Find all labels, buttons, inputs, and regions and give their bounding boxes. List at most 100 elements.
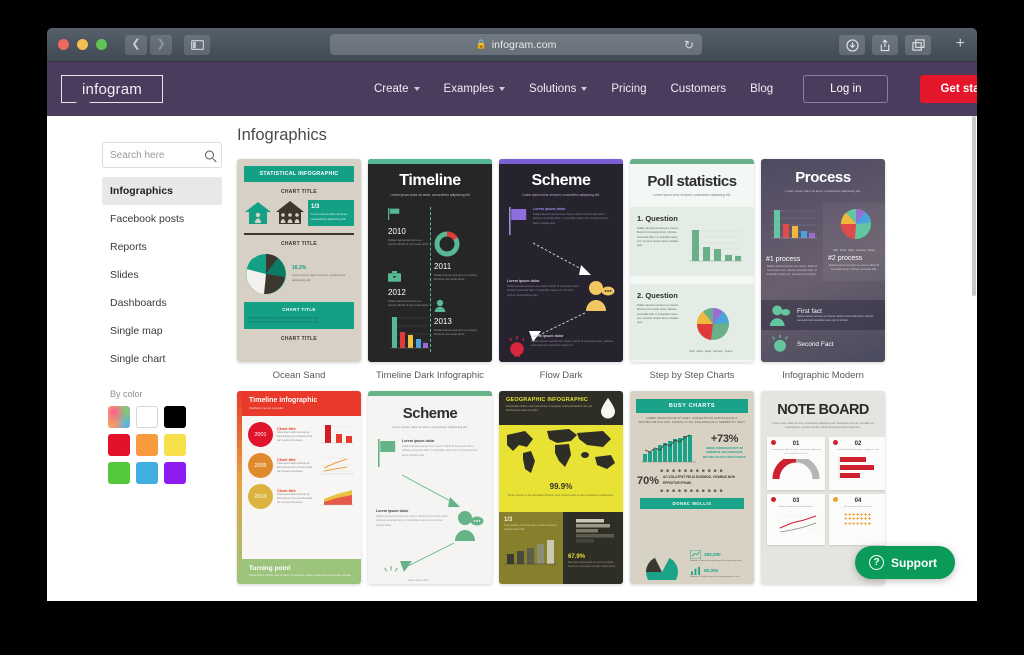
color-swatch-orange[interactable] <box>136 434 158 456</box>
sidebar-item-facebook-posts[interactable]: Facebook posts <box>102 205 222 233</box>
sidebar-toggle-icon[interactable] <box>184 34 210 55</box>
main-navigation: Create Examples Solutions Pricing Custom… <box>374 62 977 116</box>
window-controls[interactable] <box>58 39 107 50</box>
flag-icon <box>388 208 400 220</box>
get-started-button[interactable]: Get started <box>920 75 977 103</box>
template-thumbnail[interactable]: STATISTICAL INFOGRAPHIC CHART TITLE 1/3 … <box>237 159 361 362</box>
address-bar[interactable]: 🔒 infogram.com ↻ <box>330 34 702 55</box>
template-thumbnail[interactable]: Process Lorem ipsum dolor sit amet, cons… <box>761 159 885 362</box>
back-icon[interactable]: ❮ <box>125 34 147 55</box>
template-card-step-by-step[interactable]: Poll statistics Lorem ipsum dolor sit am… <box>630 159 754 391</box>
thumb-subtitle: Lorem ipsum dolor sit amet, consectetur … <box>653 193 731 197</box>
color-swatch-multicolor[interactable] <box>108 406 130 428</box>
template-thumbnail[interactable]: Scheme Lorem ipsum dolor sit amet, conse… <box>368 391 492 584</box>
browser-toolbar[interactable] <box>839 35 931 55</box>
thumb-year: 2005 <box>248 453 273 478</box>
divider <box>244 233 354 235</box>
sidebar-item-infographics[interactable]: Infographics <box>102 177 222 205</box>
nav-item-blog[interactable]: Blog <box>750 83 773 95</box>
thumb-header: STATISTICAL INFOGRAPHIC <box>244 166 354 182</box>
arrow-icon <box>401 474 460 507</box>
thumb-stat: 50,000 <box>704 568 719 574</box>
thumb-pie-row: 16.2% Lorem ipsum dolor sit amet, consec… <box>244 252 354 296</box>
nav-item-create[interactable]: Create <box>374 83 420 95</box>
nav-item-examples[interactable]: Examples <box>444 83 506 95</box>
template-card-flow-dark[interactable]: Scheme Lorem ipsum dolor sit amet, conse… <box>499 159 623 391</box>
thumb-node-label: Lorem ipsum dolor <box>533 207 566 211</box>
navigation-buttons[interactable]: ❮ ❯ <box>125 34 172 55</box>
color-swatch-white[interactable] <box>136 406 158 428</box>
sidebar-item-single-chart[interactable]: Single chart <box>102 345 222 373</box>
line-chart <box>321 457 354 474</box>
color-swatch-yellow[interactable] <box>164 434 186 456</box>
infogram-logo[interactable]: infogram <box>61 75 163 113</box>
download-icon[interactable] <box>839 35 865 55</box>
template-card-geographic[interactable]: GEOGRAPHIC INFOGRAPHIC Suspendisse finib… <box>499 391 623 584</box>
template-thumbnail[interactable]: Scheme Lorem ipsum dolor sit amet, conse… <box>499 159 623 362</box>
thumb-body: Nullam laoreet sed arcu eu viverra. Morb… <box>388 238 429 247</box>
new-tab-button[interactable]: + <box>956 36 965 52</box>
template-thumbnail[interactable]: GEOGRAPHIC INFOGRAPHIC Suspendisse finib… <box>499 391 623 584</box>
search-input[interactable] <box>110 149 214 161</box>
thumb-subtitle: Lorem ipsum dolor sit amet, consectetur … <box>772 422 874 430</box>
share-icon[interactable] <box>872 35 898 55</box>
zoom-window-button[interactable] <box>96 39 107 50</box>
color-swatch-green[interactable] <box>108 462 130 484</box>
search-box[interactable] <box>102 142 222 168</box>
template-thumbnail[interactable]: Poll statistics Lorem ipsum dolor sit am… <box>630 159 754 362</box>
user-icon <box>434 299 446 312</box>
color-swatch-black[interactable] <box>164 406 186 428</box>
thumb-subtitle: Lorem ipsum dolor sit amet, consectetur … <box>785 189 861 193</box>
tab-overview-icon[interactable] <box>905 35 931 55</box>
thumb-stat-box: 1/3 Lorem ipsum dolor sit amet, consecte… <box>308 200 354 226</box>
legend-item: France <box>725 350 733 353</box>
legend-item: China <box>839 250 846 252</box>
thumb-title: Scheme <box>531 172 591 189</box>
pictogram-row: ☻☻☻☻☻☻☻☻☻☻☻ <box>659 487 725 493</box>
forward-icon[interactable]: ❯ <box>150 34 172 55</box>
thumb-note: Donec sit amet ex vel velit aliquet maxi… <box>508 494 614 497</box>
page-scrollbar[interactable] <box>972 116 977 601</box>
house-icon <box>276 201 304 224</box>
nav-item-customers[interactable]: Customers <box>671 83 727 95</box>
thumb-question: 2. Question <box>637 291 678 300</box>
template-card-scheme-light[interactable]: Scheme Lorem ipsum dolor sit amet, conse… <box>368 391 492 584</box>
thumb-year: 2011 <box>434 262 452 271</box>
sidebar-item-single-map[interactable]: Single map <box>102 317 222 345</box>
search-icon[interactable] <box>205 150 214 160</box>
template-card-busy-charts[interactable]: BUSY CHARTS LOREM IPSUM DOLOR SIT AMET, … <box>630 391 754 584</box>
nav-item-solutions[interactable]: Solutions <box>529 83 588 95</box>
color-swatch-blue[interactable] <box>136 462 158 484</box>
scrollbar-thumb[interactable] <box>972 116 976 296</box>
login-button[interactable]: Log in <box>803 75 889 103</box>
legend-item: France <box>867 250 875 252</box>
color-swatch-purple[interactable] <box>164 462 186 484</box>
template-card-timeline-infographic[interactable]: Timeline infographic Vestibulum auctor i… <box>237 391 361 584</box>
support-button[interactable]: ? Support <box>855 546 955 579</box>
thumb-subtitle: Lorem ipsum dolor sit amet, consectetur … <box>522 193 600 197</box>
template-card-ocean-sand[interactable]: STATISTICAL INFOGRAPHIC CHART TITLE 1/3 … <box>237 159 361 391</box>
color-swatch-red[interactable] <box>108 434 130 456</box>
thumb-node-label: Lorem ipsum dolor <box>507 279 540 283</box>
template-thumbnail[interactable]: Timeline infographic Vestibulum auctor i… <box>237 391 361 584</box>
thumb-year: 2010 <box>388 227 406 236</box>
support-label: Support <box>891 555 937 570</box>
minimize-window-button[interactable] <box>77 39 88 50</box>
sidebar-item-reports[interactable]: Reports <box>102 233 222 261</box>
nav-item-pricing[interactable]: Pricing <box>611 83 646 95</box>
thumb-stat: 70% <box>637 474 660 487</box>
sidebar-item-dashboards[interactable]: Dashboards <box>102 289 222 317</box>
close-window-button[interactable] <box>58 39 69 50</box>
reload-icon[interactable]: ↻ <box>684 39 694 51</box>
template-thumbnail[interactable]: Timeline Lorem ipsum dolor sit amet, con… <box>368 159 492 362</box>
thumb-chart-title: CHART TITLE <box>280 240 318 247</box>
template-card-infographic-modern[interactable]: Process Lorem ipsum dolor sit amet, cons… <box>761 159 885 391</box>
template-card-timeline-dark[interactable]: Timeline Lorem ipsum dolor sit amet, con… <box>368 159 492 391</box>
user-chat-icon <box>586 281 615 311</box>
template-thumbnail[interactable]: BUSY CHARTS LOREM IPSUM DOLOR SIT AMET, … <box>630 391 754 584</box>
template-caption: Flow Dark <box>539 370 583 381</box>
sidebar-item-slides[interactable]: Slides <box>102 261 222 289</box>
thumb-number: 03 <box>792 498 800 505</box>
template-caption: Timeline Dark Infographic <box>376 370 484 381</box>
flag-icon <box>378 439 396 467</box>
